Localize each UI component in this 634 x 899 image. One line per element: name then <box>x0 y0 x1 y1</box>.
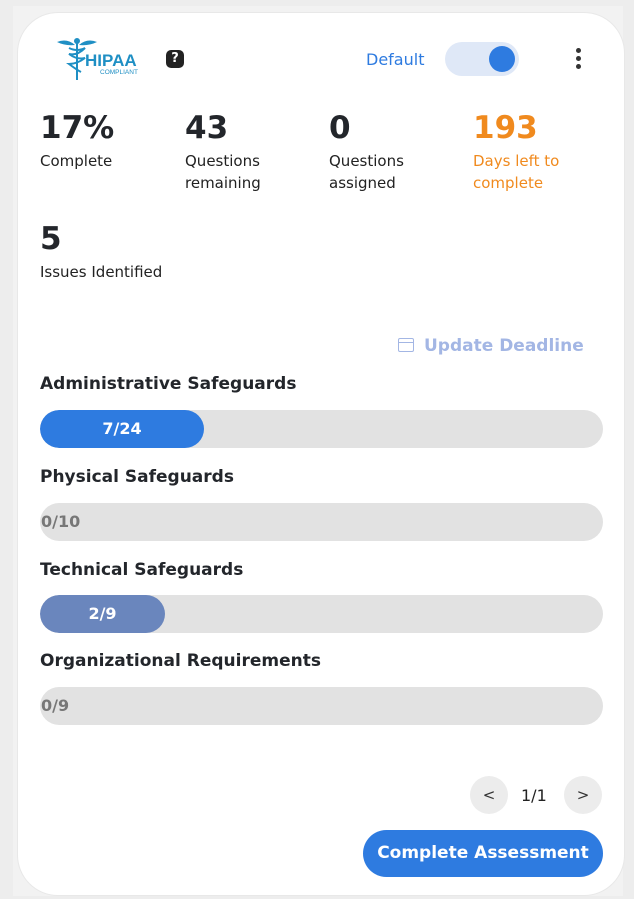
default-toggle[interactable] <box>445 42 519 76</box>
section-title-physical: Physical Safeguards <box>40 467 234 487</box>
stat-value: 43 <box>185 110 229 146</box>
stat-label: Complete <box>40 152 113 170</box>
progress-bar-organizational[interactable]: 0/9 <box>40 687 603 725</box>
logo-text: HIPAA <box>85 51 137 70</box>
default-toggle-label: Default <box>366 50 425 69</box>
stat-value: 17% <box>40 110 115 146</box>
progress-bar-administrative[interactable]: 7/24 <box>40 410 603 448</box>
stat-value: 5 <box>40 221 62 257</box>
progress-text: 2/9 <box>88 604 117 623</box>
more-options-icon[interactable] <box>570 46 586 72</box>
stat-label: Issues Identified <box>40 263 163 281</box>
update-deadline-link[interactable]: Update Deadline <box>398 336 584 356</box>
stat-label: Questions remaining <box>185 152 261 192</box>
progress-text: 0/9 <box>41 696 70 715</box>
stat-value: 193 <box>473 110 538 146</box>
help-icon[interactable]: ? <box>166 50 184 68</box>
stat-label: Days left to complete <box>473 152 560 192</box>
update-deadline-label: Update Deadline <box>424 336 584 356</box>
next-page-button[interactable]: > <box>564 776 602 814</box>
hipaa-logo: HIPAA COMPLIANT <box>55 36 145 82</box>
progress-bar-physical[interactable]: 0/10 <box>40 503 603 541</box>
page-indicator: 1/1 <box>521 786 547 805</box>
progress-bar-technical[interactable]: 2/9 <box>40 595 603 633</box>
stat-issues-identified: 5 Issues Identified <box>40 221 162 283</box>
stat-questions-remaining: 43 Questions remaining <box>185 110 295 194</box>
stat-complete: 17% Complete <box>40 110 114 172</box>
stat-label: Questions assigned <box>329 152 404 192</box>
logo-subtext: COMPLIANT <box>100 69 138 76</box>
stat-questions-assigned: 0 Questions assigned <box>329 110 429 194</box>
toggle-knob <box>489 46 515 72</box>
section-title-organizational: Organizational Requirements <box>40 651 321 671</box>
section-title-technical: Technical Safeguards <box>40 560 244 580</box>
previous-page-button[interactable]: < <box>470 776 508 814</box>
complete-assessment-button[interactable]: Complete Assessment <box>363 830 603 877</box>
stat-value: 0 <box>329 110 351 146</box>
calendar-icon <box>398 338 414 352</box>
section-title-administrative: Administrative Safeguards <box>40 374 297 394</box>
progress-text: 7/24 <box>102 419 142 438</box>
stat-days-left: 193 Days left to complete <box>473 110 573 194</box>
progress-text: 0/10 <box>41 512 81 531</box>
